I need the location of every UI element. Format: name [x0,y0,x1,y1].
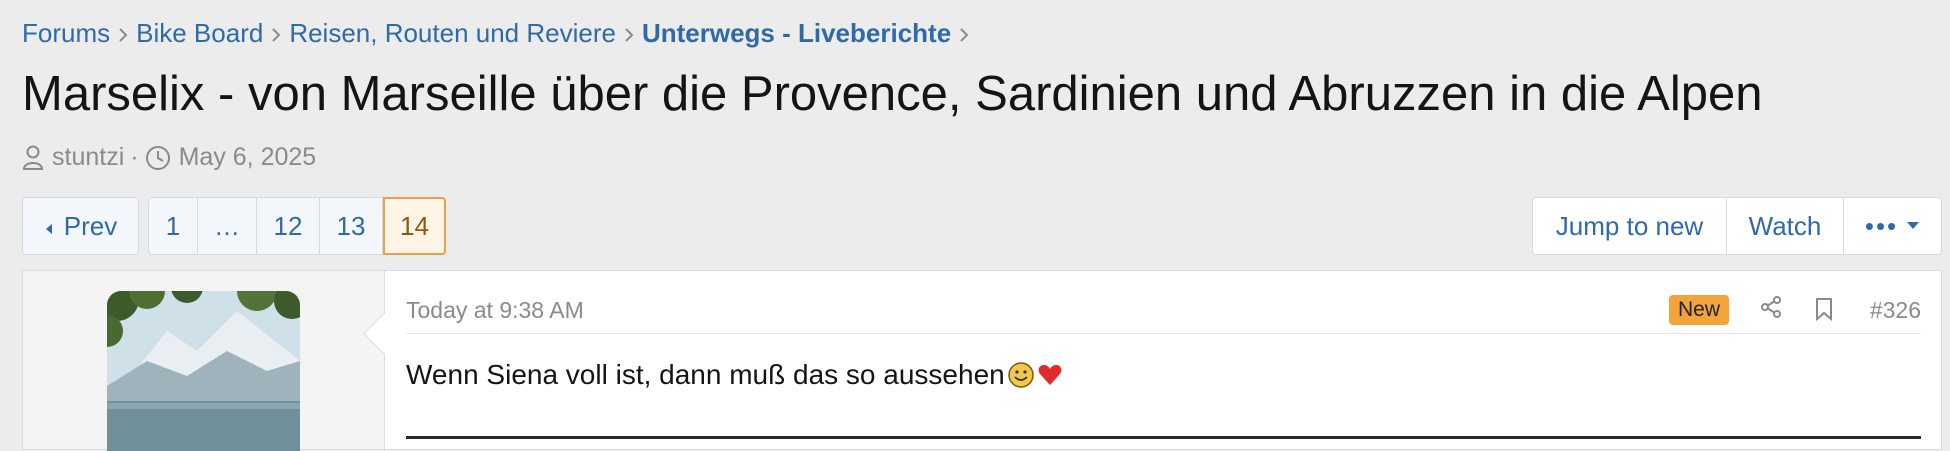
page-list: 1 … 12 13 14 [148,197,446,255]
bookmark-icon[interactable] [1814,297,1834,326]
page-jump-ellipsis[interactable]: … [198,197,257,255]
page-link-13[interactable]: 13 [320,197,383,255]
page-link-14-current[interactable]: 14 [383,197,446,255]
page-link-12[interactable]: 12 [257,197,320,255]
more-options-button[interactable]: ••• [1843,198,1941,254]
post: Today at 9:38 AM New #326 Wenn Siena vol… [22,270,1942,451]
post-user-pane [23,271,385,451]
post-header: Today at 9:38 AM New #326 [406,293,1921,334]
heart-emoji-icon [1037,363,1063,387]
watch-button[interactable]: Watch [1726,198,1843,254]
page-navigation: Prev 1 … 12 13 14 [22,197,446,255]
chevron-right-icon [616,18,642,49]
post-text: Wenn Siena voll ist, dann muß das so aus… [406,359,1005,390]
page-link-1[interactable]: 1 [148,197,198,255]
thread-actions: Jump to new Watch ••• [1532,197,1942,255]
chevron-right-icon [263,18,289,49]
thread-date[interactable]: May 6, 2025 [179,143,317,172]
clock-icon [145,145,171,171]
meta-separator: · [130,143,139,171]
thread-author[interactable]: stuntzi [52,143,124,172]
share-icon[interactable] [1759,295,1783,324]
breadcrumb-reisen[interactable]: Reisen, Routen und Reviere [289,18,616,49]
breadcrumb: Forums Bike Board Reisen, Routen und Rev… [22,18,977,49]
user-icon [22,145,44,171]
post-message: Wenn Siena voll ist, dann muß das so aus… [406,359,1063,391]
post-number-link[interactable]: #326 [1870,297,1921,324]
thread-meta: stuntzi · May 6, 2025 [22,143,316,172]
triangle-left-icon [44,211,54,242]
caret-down-icon [1906,221,1920,231]
new-badge: New [1669,295,1729,325]
chevron-right-icon [951,18,977,49]
breadcrumb-bike-board[interactable]: Bike Board [136,18,263,49]
chevron-right-icon [110,18,136,49]
breadcrumb-unterwegs[interactable]: Unterwegs - Liveberichte [642,18,951,49]
prev-page-button[interactable]: Prev [22,197,139,255]
breadcrumb-forums[interactable]: Forums [22,18,110,49]
more-dots-label: ••• [1864,210,1899,241]
page-title: Marselix - von Marseille über die Proven… [22,67,1763,121]
jump-to-new-button[interactable]: Jump to new [1533,198,1726,254]
prev-label: Prev [63,210,118,241]
post-time[interactable]: Today at 9:38 AM [406,297,584,324]
avatar[interactable] [107,291,300,451]
smile-emoji-icon [1007,361,1035,389]
